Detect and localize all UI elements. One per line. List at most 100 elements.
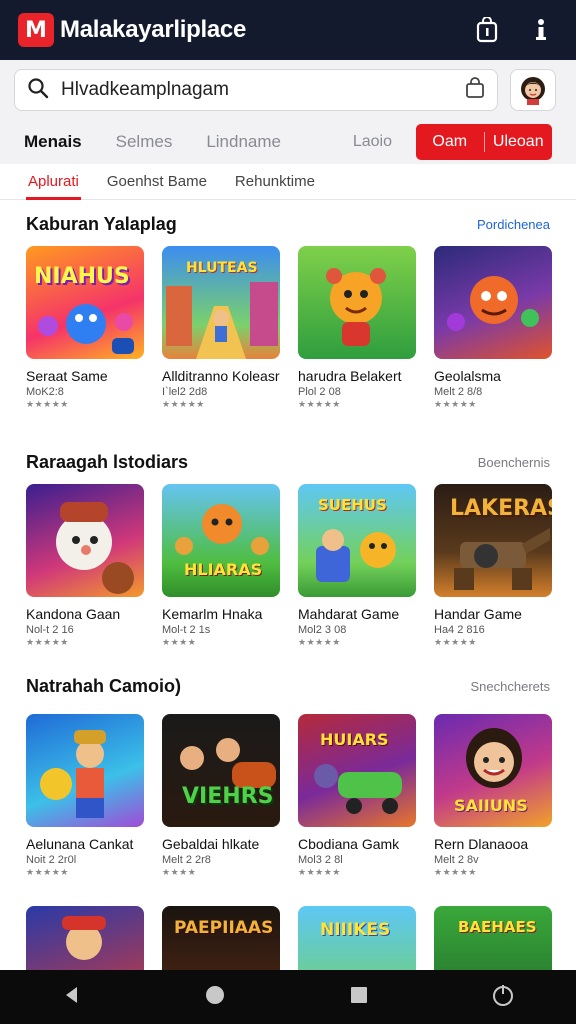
game-name: Handar Game [434,606,522,622]
search-icon [27,77,49,104]
sub-tabs: Aplurati Goenhst Bame Rehunktime [0,164,576,200]
subtab-rehunktime[interactable]: Rehunktime [235,164,315,200]
section-see-all-link[interactable]: Boenchernis [478,455,550,470]
game-card[interactable]: SAIIUNS Rern Dlanaooa Melt 2 8v ★★★★★ [434,714,552,878]
nav-cta-button[interactable]: Oam Uleoan [416,124,552,160]
game-card[interactable]: NIAHUS Seraat Same MoK2:8 ★★★★★ [26,246,144,410]
section-title: Natrahah Camoio) [26,675,182,696]
nav-item-menais[interactable]: Menais [24,132,82,152]
game-name: Rern Dlanaooa [434,836,529,852]
game-rating: ★★★★ [162,637,197,647]
nav-item-selmes[interactable]: Selmes [116,132,173,152]
game-thumbnail[interactable]: HLUTEAS [162,246,280,359]
game-card[interactable]: HLIARAS Kemarlm Hnaka Mol-t 2 1s ★★★★ [162,484,280,648]
game-name: Mahdarat Game [298,606,400,622]
game-name: Kemarlm Hnaka [162,606,263,622]
game-card[interactable]: SUEHUS Mahdarat Game Mol2 3 08 ★★★★★ [298,484,416,648]
info-icon[interactable] [524,13,558,47]
game-card[interactable]: HUIARS Cbodiana Gamk Mol3 2 8l ★★★★★ [298,714,416,878]
thumb-art-text: VIEHRS [182,784,274,809]
game-thumbnail[interactable]: SAIIUNS [434,714,552,827]
nav-link-laoio[interactable]: Laoio [353,133,392,151]
game-card[interactable]: Aelunana Cankat Noit 2 2r0l ★★★★★ [26,714,144,878]
recents-icon[interactable] [348,984,370,1011]
game-name: Aelunana Cankat [26,836,134,852]
thumb-art-text: HLUTEAS [186,260,258,276]
game-card[interactable]: Kandona Gaan Nol-t 2 16 ★★★★★ [26,484,144,648]
section-see-all-link[interactable]: Pordichenea [477,217,550,232]
game-meta: I`lel2 2d8 [162,386,208,398]
game-card[interactable]: harudra Belakert Plol 2 08 ★★★★★ [298,246,416,410]
section-header: Natrahah Camoio) Snechcherets [0,664,576,708]
section-title: Kaburan Yalaplag [26,213,177,234]
thumb-art-text: BAEHAES [458,918,537,936]
game-thumbnail[interactable]: NIAHUS [26,246,144,359]
back-icon[interactable] [61,984,83,1011]
game-name: Allditranno Koleasr [162,368,280,384]
game-card[interactable]: HLUTEAS Allditranno Koleasr I`lel2 2d8 ★… [162,246,280,410]
game-rating: ★★★★★ [26,867,69,877]
bag-icon[interactable] [465,76,485,104]
thumb-art-text: SUEHUS [318,496,387,514]
section-see-all-link[interactable]: Snechcherets [471,679,551,694]
cart-icon[interactable] [470,13,504,47]
section-header: Raraagah lstodiars Boenchernis [0,440,576,484]
system-nav-bar [0,970,576,1024]
thumb-art-text: HLIARAS [184,560,263,579]
game-card[interactable]: VIEHRS Gebaldai hlkate Melt 2 2r8 ★★★★ [162,714,280,878]
section-0: Kaburan Yalaplag Pordichenea NIAHUS Sera… [0,202,576,410]
game-meta: Noit 2 2r0l [26,854,77,866]
game-thumbnail[interactable]: LAKERAS [434,484,552,597]
thumb-art-text: SAIIUNS [454,796,528,815]
app-logo[interactable]: M [18,13,54,47]
game-card[interactable]: Geolalsma Melt 2 8/8 ★★★★★ [434,246,552,410]
nav-row: Menais Selmes Lindname Laoio Oam Uleoan [0,120,576,164]
game-thumbnail[interactable]: HUIARS [298,714,416,827]
game-thumbnail[interactable]: SUEHUS [298,484,416,597]
card-row: Aelunana Cankat Noit 2 2r0l ★★★★★ VIEHRS… [0,714,576,878]
nav-cta-right[interactable]: Uleoan [485,133,553,151]
home-icon[interactable] [204,984,226,1011]
thumb-art-text: PAEPIIAAS [174,918,274,938]
game-meta: Ha4 2 816 [434,624,485,636]
game-rating: ★★★★★ [162,399,205,409]
game-name: Gebaldai hlkate [162,836,260,852]
app-title: Malakayarliplace [60,16,246,43]
nav-cta-left[interactable]: Oam [416,133,484,151]
thumb-art-text: LAKERAS [450,496,552,521]
game-meta: MoK2:8 [26,386,64,398]
subtab-goenhst-bame[interactable]: Goenhst Bame [107,164,207,200]
game-thumbnail[interactable] [26,714,144,827]
game-meta: Melt 2 8/8 [434,386,483,398]
game-meta: Plol 2 08 [298,386,341,398]
game-card[interactable]: LAKERAS Handar Game Ha4 2 816 ★★★★★ [434,484,552,648]
power-icon[interactable] [491,983,515,1012]
game-name: Cbodiana Gamk [298,836,400,852]
game-rating: ★★★★★ [298,867,341,877]
game-name: Seraat Same [26,368,108,384]
section-1: Raraagah lstodiars Boenchernis Kandona G… [0,440,576,648]
game-meta: Mol-t 2 1s [162,624,211,636]
game-thumbnail[interactable] [26,484,144,597]
game-thumbnail[interactable]: VIEHRS [162,714,280,827]
game-name: harudra Belakert [298,368,402,384]
game-thumbnail[interactable] [434,246,552,359]
game-thumbnail[interactable]: HLIARAS [162,484,280,597]
thumb-art-text: HUIARS [320,730,389,749]
subtab-aplurati[interactable]: Aplurati [26,164,81,200]
nav-item-lindname[interactable]: Lindname [206,132,281,152]
section-header: Kaburan Yalaplag Pordichenea [0,202,576,246]
game-rating: ★★★★★ [298,399,341,409]
game-rating: ★★★★★ [434,867,477,877]
avatar[interactable] [510,69,556,111]
game-meta: Melt 2 2r8 [162,854,211,866]
game-thumbnail[interactable] [298,246,416,359]
section-2: Natrahah Camoio) Snechcherets Aelunana C… [0,664,576,878]
search-input[interactable]: Hlvadkeamplnagam [14,69,498,111]
game-name: Geolalsma [434,368,501,384]
game-rating: ★★★★★ [26,399,69,409]
thumb-art-text: NIAHUS [34,264,130,289]
search-row: Hlvadkeamplnagam [0,60,576,120]
thumb-art-text: NIIIKES [320,920,391,940]
game-rating: ★★★★ [162,867,197,877]
